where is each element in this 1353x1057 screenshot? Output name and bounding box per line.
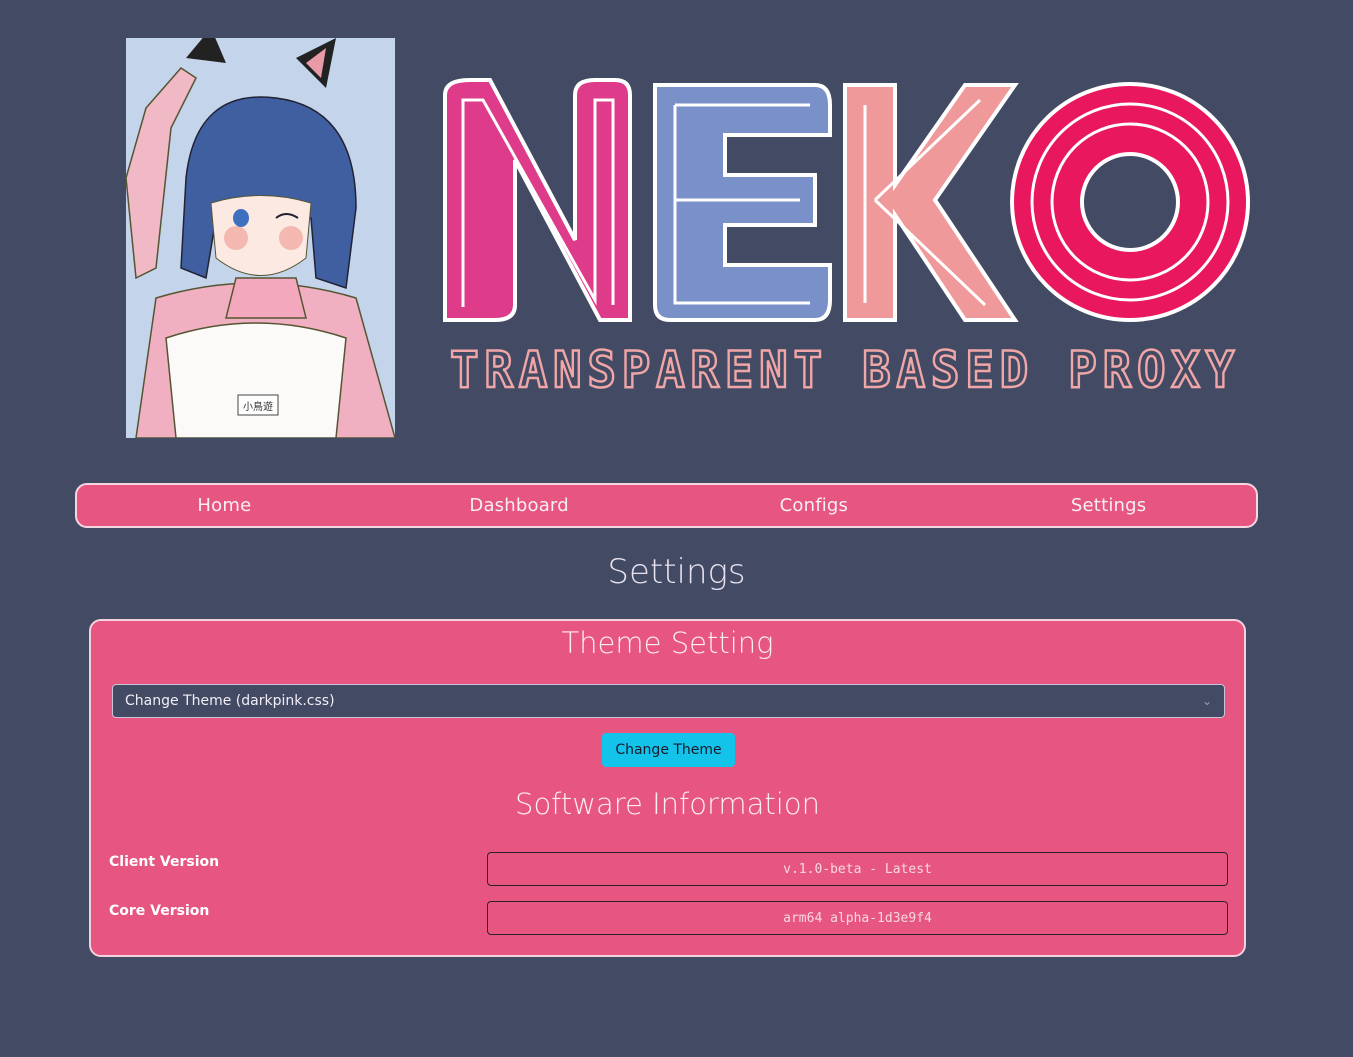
- settings-panel: Theme Setting Change Theme (darkpink.css…: [89, 619, 1246, 957]
- chevron-down-icon: ⌄: [1201, 694, 1212, 708]
- core-version-label: Core Version: [109, 903, 210, 919]
- software-information-title: Software Information: [515, 787, 820, 821]
- nav-item-configs[interactable]: Configs: [667, 495, 962, 516]
- svg-text:小鳥遊: 小鳥遊: [243, 400, 273, 413]
- nav-item-dashboard[interactable]: Dashboard: [372, 495, 667, 516]
- logo-letter-e: [653, 83, 832, 322]
- logo-letter-n: [443, 78, 632, 322]
- change-theme-button[interactable]: Change Theme: [602, 733, 735, 767]
- theme-setting-title: Theme Setting: [561, 626, 774, 660]
- main-nav: Home Dashboard Configs Settings: [75, 483, 1258, 528]
- logo-letter-o: [1010, 82, 1250, 322]
- client-version-field: v.1.0-beta - Latest: [487, 852, 1228, 886]
- logo-subtitle: TRANSPARENT BASED PROXY: [450, 341, 1240, 399]
- nav-item-settings[interactable]: Settings: [961, 495, 1256, 516]
- neko-logo: TRANSPARENT BASED PROXY: [443, 78, 1250, 400]
- mascot-image: 小鳥遊: [126, 38, 395, 438]
- header-banner: 小鳥遊 TRANSPARENT BASED PROXY: [90, 0, 1260, 450]
- theme-select[interactable]: Change Theme (darkpink.css) ⌄: [112, 684, 1225, 718]
- theme-select-value: Change Theme (darkpink.css): [125, 693, 335, 709]
- nav-item-home[interactable]: Home: [77, 495, 372, 516]
- mascot-illustration: 小鳥遊: [126, 38, 395, 438]
- page-title: Settings: [607, 552, 746, 592]
- logo-letter-k: [843, 83, 1019, 322]
- client-version-label: Client Version: [109, 854, 220, 870]
- core-version-field: arm64 alpha-1d3e9f4: [487, 901, 1228, 935]
